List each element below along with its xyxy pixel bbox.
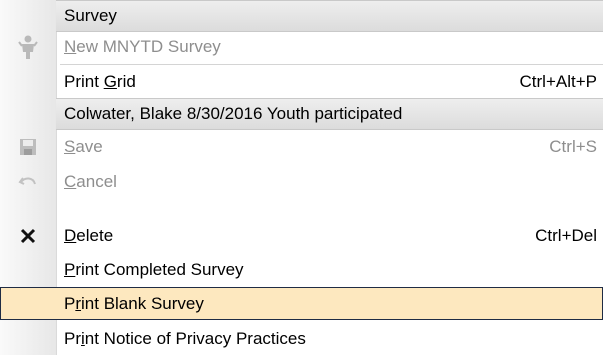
menu-item-label: Print Notice of Privacy Practices bbox=[64, 329, 306, 348]
menu-item-print-notice-of-privacy-practices[interactable]: Print Notice of Privacy Practices bbox=[0, 322, 603, 355]
context-menu: Survey New MNYTD Survey Print Grid Ctrl+… bbox=[0, 0, 603, 355]
section-header-label: Colwater, Blake 8/30/2016 Youth particip… bbox=[64, 104, 403, 123]
delete-x-icon bbox=[0, 219, 56, 252]
menu-item-shortcut: Ctrl+Alt+P bbox=[519, 72, 597, 91]
undo-icon bbox=[0, 165, 56, 198]
menu-item-label: Cancel bbox=[64, 172, 117, 191]
menu-item-print-blank-survey[interactable]: Print Blank Survey bbox=[0, 287, 603, 320]
menu-item-label: Print Completed Survey bbox=[64, 260, 244, 279]
menu-item-shortcut: Ctrl+Del bbox=[535, 226, 597, 245]
section-header-label: Survey bbox=[64, 6, 117, 25]
menu-section-header-record: Colwater, Blake 8/30/2016 Youth particip… bbox=[56, 98, 603, 130]
menu-item-delete[interactable]: Delete Ctrl+Del bbox=[0, 219, 603, 252]
menu-item-print-completed-survey[interactable]: Print Completed Survey bbox=[0, 253, 603, 286]
menu-item-print-grid[interactable]: Print Grid Ctrl+Alt+P bbox=[0, 65, 603, 98]
menu-item-label: New MNYTD Survey bbox=[64, 37, 221, 56]
menu-item-shortcut: Ctrl+S bbox=[549, 137, 597, 156]
save-icon bbox=[0, 130, 56, 163]
menu-item-label: Print Blank Survey bbox=[64, 294, 204, 313]
menu-item-cancel[interactable]: Cancel bbox=[0, 165, 603, 198]
menu-item-label: Delete bbox=[64, 226, 114, 245]
menu-item-label: Save bbox=[64, 137, 103, 156]
menu-item-label: Print Grid bbox=[64, 72, 136, 91]
menu-item-save[interactable]: Save Ctrl+S bbox=[0, 130, 603, 163]
survey-person-icon bbox=[0, 30, 56, 63]
menu-item-new-mnytd-survey[interactable]: New MNYTD Survey bbox=[0, 30, 603, 63]
menu-section-header-survey: Survey bbox=[56, 0, 603, 32]
